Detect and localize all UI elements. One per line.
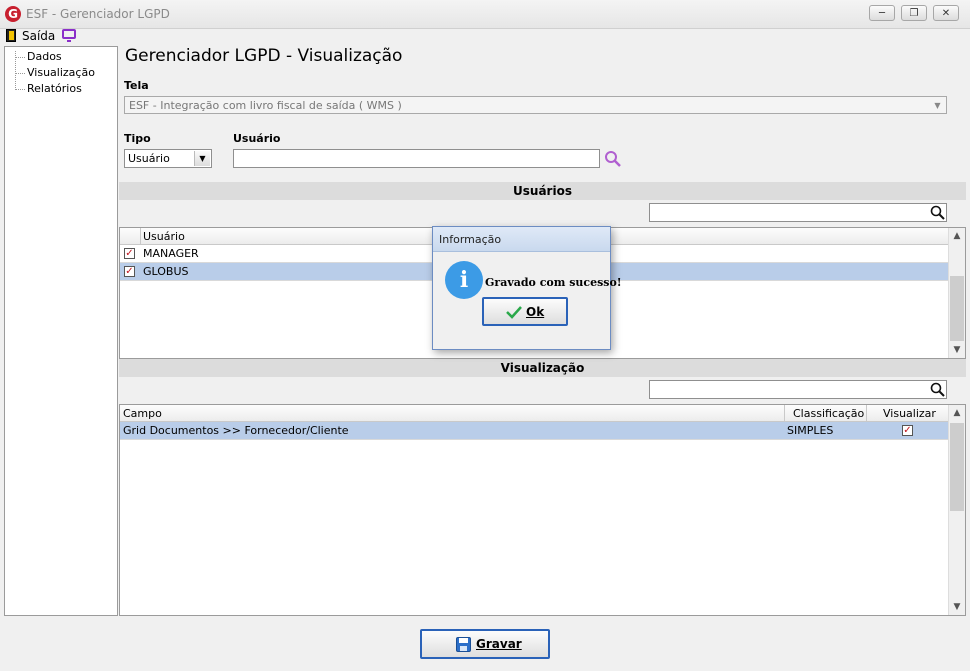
search-icon[interactable]: [604, 150, 622, 168]
column-header-campo: Campo: [123, 407, 162, 420]
tipo-select[interactable]: Usuário ▼: [124, 149, 212, 168]
ok-button-label: Ok: [526, 305, 545, 319]
column-divider: [866, 405, 867, 421]
exit-door-icon[interactable]: [6, 29, 16, 42]
column-header-classificacao: Classificação: [793, 407, 865, 420]
usuario-label: Usuário: [233, 132, 281, 145]
vertical-scrollbar[interactable]: ▲ ▼: [948, 228, 965, 358]
dialog-message: Gravado com sucesso!: [485, 276, 622, 289]
tipo-select-value: Usuário: [128, 152, 170, 165]
scroll-up-icon[interactable]: ▲: [949, 228, 965, 244]
chevron-down-icon: ▼: [194, 151, 210, 166]
minimize-button[interactable]: ─: [869, 5, 895, 21]
close-icon: ✕: [941, 7, 951, 19]
scroll-thumb[interactable]: [950, 276, 964, 341]
window-title: ESF - Gerenciador LGPD: [26, 7, 170, 21]
chevron-down-icon: ▼: [934, 101, 941, 110]
visualizacao-grid: Campo Classificação Visualizar Grid Docu…: [119, 404, 966, 616]
ok-button[interactable]: Ok: [482, 297, 568, 326]
navigation-tree: Dados Visualização Relatórios: [4, 46, 118, 616]
vertical-scrollbar[interactable]: ▲ ▼: [948, 405, 965, 615]
app-logo-icon: G: [5, 6, 21, 22]
dialog-title-bar: Informação: [433, 227, 610, 252]
column-divider: [140, 228, 141, 244]
row-campo: Grid Documentos >> Fornecedor/Cliente: [123, 424, 349, 437]
usuarios-section-header: Usuários: [119, 182, 966, 200]
visualizacao-grid-header: Campo Classificação Visualizar: [120, 405, 949, 422]
monitor-icon[interactable]: [62, 29, 76, 42]
tipo-label: Tipo: [124, 132, 151, 145]
maximize-button[interactable]: ❐: [901, 5, 927, 21]
tela-select[interactable]: ESF - Integração com livro fiscal de saí…: [124, 96, 947, 114]
search-icon[interactable]: [930, 205, 945, 220]
minimize-icon: ─: [878, 7, 886, 19]
usuario-input[interactable]: [233, 149, 600, 168]
restore-icon: ❐: [909, 7, 919, 19]
tree-item-visualizacao[interactable]: Visualização: [27, 66, 95, 79]
save-button[interactable]: Gravar: [420, 629, 550, 659]
menu-bar: [0, 28, 970, 44]
row-user-name: GLOBUS: [143, 265, 189, 278]
visualizacao-filter-input[interactable]: [649, 380, 947, 399]
column-header-usuario: Usuário: [143, 230, 185, 243]
tree-item-dados[interactable]: Dados: [27, 50, 62, 63]
row-checkbox[interactable]: ✓: [124, 248, 135, 259]
scroll-thumb[interactable]: [950, 423, 964, 511]
scroll-down-icon[interactable]: ▼: [949, 342, 965, 358]
table-row-selected[interactable]: Grid Documentos >> Fornecedor/Cliente SI…: [120, 422, 949, 440]
tela-select-value: ESF - Integração com livro fiscal de saí…: [129, 99, 402, 112]
tree-branch: [15, 89, 25, 90]
tree-branch: [15, 73, 25, 74]
information-dialog: Informação i Gravado com sucesso! Ok: [432, 226, 622, 350]
tela-label: Tela: [124, 79, 149, 92]
menu-exit[interactable]: Saída: [22, 29, 55, 43]
row-classificacao: SIMPLES: [787, 424, 834, 437]
save-button-label: Gravar: [476, 637, 522, 651]
row-user-name: MANAGER: [143, 247, 199, 260]
row-checkbox[interactable]: ✓: [124, 266, 135, 277]
search-icon[interactable]: [930, 382, 945, 397]
close-button[interactable]: ✕: [933, 5, 959, 21]
scroll-up-icon[interactable]: ▲: [949, 405, 965, 421]
row-visualizar-checkbox[interactable]: ✓: [902, 425, 913, 436]
tree-item-relatorios[interactable]: Relatórios: [27, 82, 82, 95]
dialog-title: Informação: [439, 233, 502, 246]
usuarios-filter-input[interactable]: [649, 203, 947, 222]
checkmark-icon: [506, 306, 522, 319]
visualizacao-section-header: Visualização: [119, 359, 966, 377]
info-icon: i: [445, 261, 483, 299]
tree-branch: [15, 57, 25, 58]
floppy-disk-icon: [456, 637, 471, 652]
page-title: Gerenciador LGPD - Visualização: [125, 46, 403, 66]
column-header-visualizar: Visualizar: [883, 407, 936, 420]
column-divider: [784, 405, 785, 421]
scroll-down-icon[interactable]: ▼: [949, 599, 965, 615]
